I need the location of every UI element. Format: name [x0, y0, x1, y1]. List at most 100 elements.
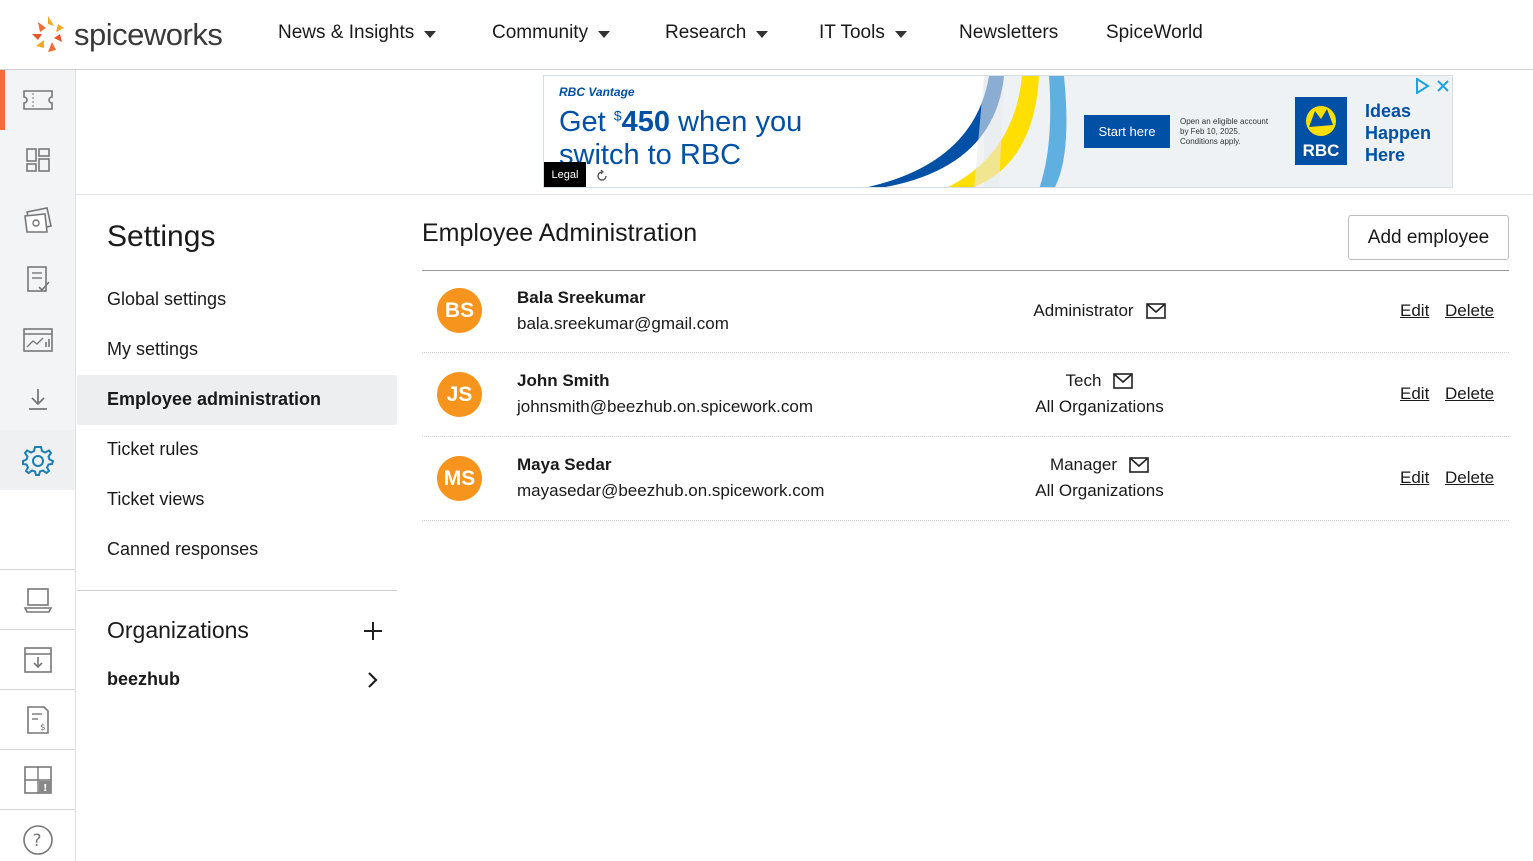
ad-headline-amount: 450	[621, 106, 670, 138]
top-navigation: spiceworks News & Insights Community Res…	[0, 0, 1533, 70]
settings-icon	[21, 446, 54, 476]
chevron-down-icon	[598, 30, 611, 38]
chevron-down-icon	[756, 30, 769, 38]
employee-email: bala.sreekumar@gmail.com	[517, 314, 729, 333]
nav-spiceworld[interactable]: SpiceWorld	[1106, 22, 1203, 44]
delete-link[interactable]: Delete	[1445, 301, 1494, 321]
employee-name: Maya Sedar	[517, 455, 612, 474]
ad-tagline-line: Ideas	[1365, 101, 1412, 121]
role-label: Manager	[1049, 455, 1118, 474]
role-scope: All Organizations	[1035, 481, 1164, 500]
rail-purchases[interactable]: $	[0, 690, 75, 750]
mail-icon[interactable]	[1129, 457, 1149, 473]
add-organization-icon[interactable]	[361, 619, 385, 643]
page-title: Employee Administration	[422, 219, 698, 247]
rail-tickets[interactable]	[0, 70, 75, 130]
rail-downloads[interactable]	[0, 370, 75, 430]
role-label: Tech	[1065, 371, 1102, 390]
employee-email: mayasedar@beezhub.on.spicework.com	[517, 481, 825, 500]
ad-fine-print-line: Conditions apply.	[1180, 137, 1241, 146]
add-employee-button[interactable]: Add employee	[1348, 215, 1509, 260]
mail-icon[interactable]	[1145, 303, 1166, 319]
ad-fine-print: Open an eligible account by Feb 10, 2025…	[1180, 117, 1268, 147]
ticket-icon	[22, 90, 53, 110]
rail-tasks[interactable]	[0, 250, 75, 310]
ad-tagline-line: Here	[1365, 145, 1406, 165]
rail-ticket-list[interactable]	[0, 190, 75, 250]
role-scope: All Organizations	[1035, 397, 1164, 416]
link-ticket-rules[interactable]: Ticket rules	[107, 439, 198, 460]
link-my-settings[interactable]: My settings	[107, 339, 198, 360]
rail-help[interactable]: ?	[0, 810, 75, 861]
logo-text: spiceworks	[74, 17, 223, 52]
rail-inventory[interactable]	[0, 570, 75, 630]
sidebar-divider	[77, 590, 397, 591]
ad-headline: Get $450 when you	[559, 106, 802, 139]
nav-research[interactable]: Research	[665, 22, 769, 44]
rbc-advertisement[interactable]: RBC Vantage Get $450 when you switch to …	[543, 75, 1453, 188]
ad-tagline-line: Happen	[1365, 123, 1432, 143]
rail-settings[interactable]	[0, 430, 75, 490]
nav-it-tools[interactable]: IT Tools	[819, 22, 907, 44]
delete-link[interactable]: Delete	[1445, 468, 1494, 488]
delete-link[interactable]: Delete	[1445, 384, 1494, 404]
alerts-icon: !	[23, 766, 52, 794]
ad-fine-print-line: by Feb 10, 2025.	[1180, 127, 1241, 136]
chevron-down-icon	[894, 30, 907, 38]
chevron-right-icon[interactable]	[362, 670, 382, 690]
ad-headline-post: when you	[670, 106, 803, 138]
adchoices-icon[interactable]	[1414, 78, 1430, 94]
nav-label: News & Insights	[278, 22, 415, 43]
ad-headline-pre: Get	[559, 106, 614, 138]
nav-label: Research	[665, 22, 747, 43]
nav-news-insights[interactable]: News & Insights	[278, 22, 437, 44]
ad-brand-small: RBC Vantage	[559, 85, 635, 99]
edit-link[interactable]: Edit	[1400, 468, 1429, 488]
avatar: JS	[437, 372, 482, 417]
rail-dashboard[interactable]	[0, 130, 75, 190]
ad-cta-button[interactable]: Start here	[1084, 115, 1170, 148]
nav-label: SpiceWorld	[1106, 22, 1203, 43]
employee-email: johnsmith@beezhub.on.spicework.com	[517, 397, 814, 416]
download-icon	[28, 389, 47, 410]
help-icon: ?	[22, 825, 53, 855]
rbc-logo: RBC	[1295, 97, 1347, 165]
settings-title: Settings	[107, 220, 216, 253]
employee-role: Administrator	[982, 301, 1217, 321]
edit-link[interactable]: Edit	[1400, 384, 1429, 404]
role-label: Administrator	[1033, 301, 1134, 320]
rail-reports[interactable]	[0, 310, 75, 370]
spiceworks-logo[interactable]: spiceworks	[28, 12, 223, 58]
link-global-settings[interactable]: Global settings	[107, 289, 226, 310]
inventory-icon	[23, 588, 52, 613]
rail-import[interactable]	[0, 630, 75, 690]
nav-label: Newsletters	[959, 22, 1059, 43]
ad-divider	[76, 194, 1533, 195]
ad-legal-button[interactable]: Legal	[544, 162, 586, 187]
link-employee-administration[interactable]: Employee administration	[107, 389, 321, 410]
import-icon	[23, 647, 52, 673]
close-ad-icon[interactable]	[1436, 79, 1450, 93]
role-line: Administrator	[982, 301, 1217, 321]
edit-link[interactable]: Edit	[1400, 301, 1429, 321]
mail-icon[interactable]	[1113, 373, 1134, 389]
avatar: BS	[437, 288, 482, 333]
svg-text:$: $	[40, 723, 46, 733]
dashboard-icon	[25, 148, 50, 172]
rbc-lion-icon	[1306, 106, 1336, 136]
link-ticket-views[interactable]: Ticket views	[107, 489, 204, 510]
rail-alerts[interactable]: !	[0, 750, 75, 810]
nav-community[interactable]: Community	[492, 22, 611, 44]
employee-role: Manager All Organizations	[982, 455, 1217, 501]
nav-label: Community	[492, 22, 589, 43]
employee-name: John Smith	[517, 371, 610, 390]
organization-item-beezhub[interactable]: beezhub	[107, 669, 180, 690]
replay-icon[interactable]	[595, 169, 609, 183]
purchases-icon: $	[26, 706, 49, 734]
link-canned-responses[interactable]: Canned responses	[107, 539, 258, 560]
checklist-icon	[26, 266, 50, 292]
reports-icon	[22, 328, 53, 352]
organizations-title: Organizations	[107, 617, 249, 643]
nav-newsletters[interactable]: Newsletters	[959, 22, 1058, 44]
employee-name: Bala Sreekumar	[517, 288, 646, 307]
